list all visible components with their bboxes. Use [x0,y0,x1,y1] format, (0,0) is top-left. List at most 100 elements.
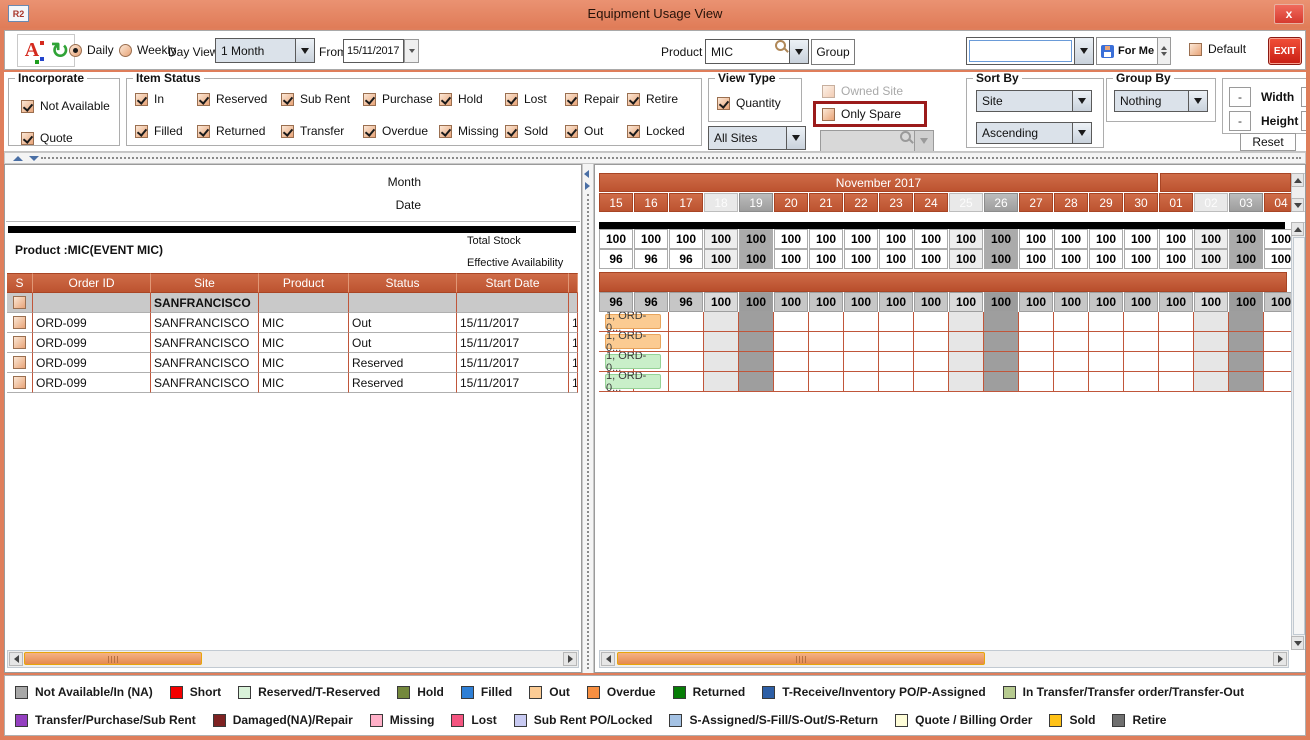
checkbox-filled[interactable]: Filled [135,124,197,138]
booking-cell-30[interactable] [1124,372,1159,392]
booking-cell-01[interactable] [1159,312,1194,332]
booking-cell-25[interactable] [949,312,984,332]
width-minus-button[interactable]: - [1229,87,1251,107]
booking-cell-01[interactable] [1159,332,1194,352]
booking-cell-29[interactable] [1089,312,1124,332]
row-checkbox-cell[interactable] [7,313,33,333]
booking-cell-30[interactable] [1124,332,1159,352]
cal-scroll-left-button[interactable] [601,652,615,666]
column-header-clipped[interactable] [569,273,578,293]
checkbox-overdue[interactable]: Overdue [363,124,439,138]
booking-cell-27[interactable] [1019,332,1054,352]
day-cell-29[interactable]: 29 [1089,193,1123,212]
checkbox-quantity[interactable]: Quantity [717,96,781,110]
booking-cell-20[interactable] [774,332,809,352]
table-row[interactable]: ORD-099SANFRANCISCOMICReserved15/11/2017… [7,373,578,393]
table-row[interactable]: ORD-099SANFRANCISCOMICReserved15/11/2017… [7,353,578,373]
close-button[interactable]: x [1274,4,1304,24]
checkbox-transfer[interactable]: Transfer [281,124,363,138]
booking-cell-24[interactable] [914,352,949,372]
checkbox-purchase-box[interactable] [363,93,376,106]
vertical-splitter[interactable] [582,164,594,673]
row-checkbox[interactable] [13,296,26,309]
checkbox-retire[interactable]: Retire [627,92,695,106]
booking-cell-04[interactable] [1264,332,1291,352]
booking-cell-28[interactable] [1054,352,1089,372]
row-checkbox[interactable] [13,376,26,389]
day-cell-25[interactable]: 25 [949,193,983,212]
checkbox-lost-box[interactable] [505,93,518,106]
checkbox-repair-box[interactable] [565,93,578,106]
booking-cell-26[interactable] [984,352,1019,372]
booking-cell-28[interactable] [1054,312,1089,332]
booking-cell-23[interactable] [879,372,914,392]
booking-cell-24[interactable] [914,332,949,352]
checkbox-reserved[interactable]: Reserved [197,92,281,106]
cal-scroll-up-button[interactable] [1291,222,1304,236]
checkbox-owned-site-box[interactable] [822,85,835,98]
sites-dropdown-icon[interactable] [786,127,805,149]
booking-cell-17[interactable] [669,312,704,332]
calendar-hscrollbar[interactable] [599,650,1289,668]
checkbox-not-available-box[interactable] [21,100,34,113]
calendar-hscroll-thumb[interactable] [617,652,985,665]
day-cell-23[interactable]: 23 [879,193,913,212]
booking-chip-reserved[interactable]: 1, ORD-0... [605,354,661,369]
booking-cell-26[interactable] [984,312,1019,332]
checkbox-in[interactable]: In [135,92,197,106]
checkbox-filled-box[interactable] [135,125,148,138]
table-row[interactable]: ORD-099SANFRANCISCOMICOut15/11/20171 [7,333,578,353]
cal-scroll-right-button[interactable] [1273,652,1287,666]
booking-cell-17[interactable] [669,372,704,392]
splitter-up-icon[interactable] [13,156,23,161]
day-views-dropdown-icon[interactable] [295,39,314,62]
day-views-select[interactable]: 1 Month [215,38,315,63]
booking-cell-21[interactable] [809,352,844,372]
day-cell-16[interactable]: 16 [634,193,668,212]
row-checkbox-cell[interactable] [7,353,33,373]
checkbox-out-box[interactable] [565,125,578,138]
day-cell-28[interactable]: 28 [1054,193,1088,212]
booking-row[interactable]: 1, ORD-0... [599,332,1291,352]
column-header-product[interactable]: Product [259,273,349,293]
cal-scroll-down-button[interactable] [1291,636,1304,650]
booking-cell-03[interactable] [1229,352,1264,372]
row-checkbox-cell[interactable] [7,333,33,353]
checkbox-sub-rent-box[interactable] [281,93,294,106]
checkbox-hold-box[interactable] [439,93,452,106]
column-header-start-date[interactable]: Start Date [457,273,569,293]
group-by-select[interactable]: Nothing [1114,90,1208,112]
booking-cell-17[interactable] [669,332,704,352]
sort-field-dropdown-icon[interactable] [1072,91,1091,111]
column-header-order-id[interactable]: Order ID [33,273,151,293]
for-me-spinner[interactable] [1157,37,1171,65]
height-minus-button[interactable]: - [1229,111,1251,131]
row-checkbox[interactable] [13,356,26,369]
booking-cell-22[interactable] [844,332,879,352]
booking-cell-19[interactable] [739,332,774,352]
day-cell-20[interactable]: 20 [774,193,808,212]
booking-cell-17[interactable] [669,352,704,372]
booking-cell-04[interactable] [1264,372,1291,392]
day-cell-04[interactable]: 04 [1264,193,1291,212]
product-dropdown-icon[interactable] [789,40,808,63]
splitter-right-icon[interactable] [585,182,590,190]
checkbox-returned[interactable]: Returned [197,124,281,138]
booking-cell-19[interactable] [739,312,774,332]
booking-cell-01[interactable] [1159,352,1194,372]
checkbox-returned-box[interactable] [197,125,210,138]
font-settings-icon[interactable]: A [18,35,46,66]
booking-cell-25[interactable] [949,332,984,352]
booking-cell-21[interactable] [809,372,844,392]
booking-cell-22[interactable] [844,312,879,332]
radio-daily[interactable]: Daily [69,43,114,57]
scroll-left-button[interactable] [9,652,23,666]
row-checkbox-cell[interactable] [7,373,33,393]
splitter-left-icon[interactable] [584,170,589,178]
booking-cell-03[interactable] [1229,312,1264,332]
booking-cell-28[interactable] [1054,332,1089,352]
calendar-vscroll-thumb[interactable] [1293,237,1305,635]
booking-cell-29[interactable] [1089,332,1124,352]
booking-cell-02[interactable] [1194,332,1229,352]
booking-chip-out[interactable]: 1, ORD-0... [605,314,661,329]
